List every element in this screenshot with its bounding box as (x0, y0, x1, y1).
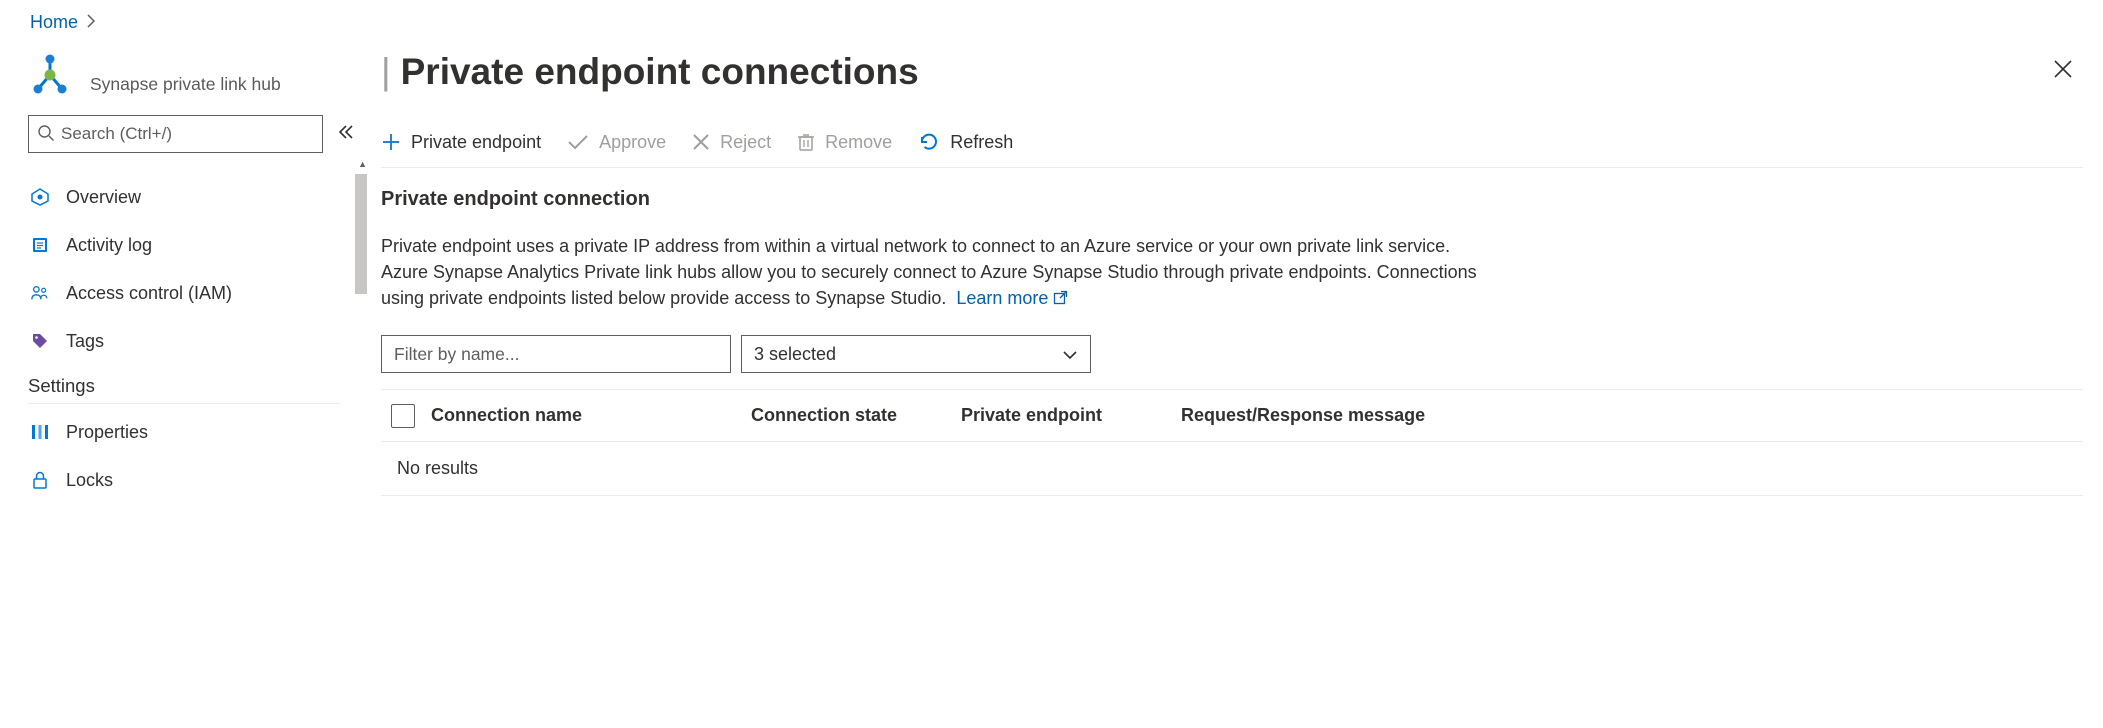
sidebar-item-label: Activity log (66, 235, 152, 256)
sidebar-item-label: Properties (66, 422, 148, 443)
plus-icon (381, 132, 401, 152)
learn-more-link[interactable]: Learn more (956, 288, 1068, 308)
page-title: | Private endpoint connections (381, 51, 919, 93)
refresh-icon (918, 131, 940, 153)
trash-icon (797, 132, 815, 152)
tags-icon (30, 331, 50, 351)
main-content: | Private endpoint connections Private e… (355, 49, 2103, 728)
refresh-button[interactable]: Refresh (918, 131, 1013, 153)
overview-icon (30, 187, 50, 207)
toolbar-label: Remove (825, 132, 892, 153)
collapse-sidebar-button[interactable] (337, 124, 355, 145)
resource-type-label: Synapse private link hub (90, 74, 281, 97)
sidebar-search[interactable] (28, 115, 323, 153)
lock-icon (30, 470, 50, 490)
command-bar: Private endpoint Approve Reject (381, 131, 2083, 168)
chevron-right-icon (86, 12, 96, 33)
sidebar-item-iam[interactable]: Access control (IAM) (28, 269, 355, 317)
activity-log-icon (30, 235, 50, 255)
section-title: Private endpoint connection (381, 188, 2083, 211)
toolbar-label: Private endpoint (411, 132, 541, 153)
sidebar: Synapse private link hub ▲ (0, 49, 355, 728)
select-all-checkbox[interactable] (391, 404, 415, 428)
description-text: Private endpoint uses a private IP addre… (381, 233, 1501, 311)
sidebar-item-label: Overview (66, 187, 141, 208)
private-link-hub-icon (28, 53, 72, 97)
breadcrumb: Home (0, 0, 2103, 49)
breadcrumb-home[interactable]: Home (30, 12, 78, 33)
toolbar-label: Approve (599, 132, 666, 153)
x-icon (692, 133, 710, 151)
state-filter-dropdown[interactable]: 3 selected (741, 335, 1091, 373)
sidebar-item-activity-log[interactable]: Activity log (28, 221, 355, 269)
close-button[interactable] (2053, 59, 2083, 85)
column-message[interactable]: Request/Response message (1181, 405, 2083, 426)
people-icon (30, 283, 50, 303)
sidebar-section-settings: Settings (28, 375, 340, 404)
sidebar-item-overview[interactable]: Overview (28, 173, 355, 221)
properties-icon (30, 422, 50, 442)
column-connection-name[interactable]: Connection name (431, 405, 751, 426)
column-connection-state[interactable]: Connection state (751, 405, 961, 426)
sidebar-search-input[interactable] (61, 124, 314, 144)
filter-by-name-input[interactable] (381, 335, 731, 373)
table-header: Connection name Connection state Private… (381, 390, 2083, 442)
sidebar-item-label: Access control (IAM) (66, 283, 232, 304)
checkmark-icon (567, 133, 589, 151)
chevron-down-icon (1062, 344, 1078, 365)
column-private-endpoint[interactable]: Private endpoint (961, 405, 1181, 426)
toolbar-label: Reject (720, 132, 771, 153)
dropdown-value: 3 selected (754, 344, 836, 365)
no-results-text: No results (381, 442, 2083, 496)
sidebar-item-label: Locks (66, 470, 113, 491)
approve-button: Approve (567, 132, 666, 153)
sidebar-item-label: Tags (66, 331, 104, 352)
sidebar-item-locks[interactable]: Locks (28, 456, 355, 504)
reject-button: Reject (692, 132, 771, 153)
toolbar-label: Refresh (950, 132, 1013, 153)
search-icon (37, 124, 55, 145)
sidebar-item-tags[interactable]: Tags (28, 317, 355, 365)
add-private-endpoint-button[interactable]: Private endpoint (381, 132, 541, 153)
connections-table: Connection name Connection state Private… (381, 389, 2083, 496)
sidebar-item-properties[interactable]: Properties (28, 408, 355, 456)
remove-button: Remove (797, 132, 892, 153)
